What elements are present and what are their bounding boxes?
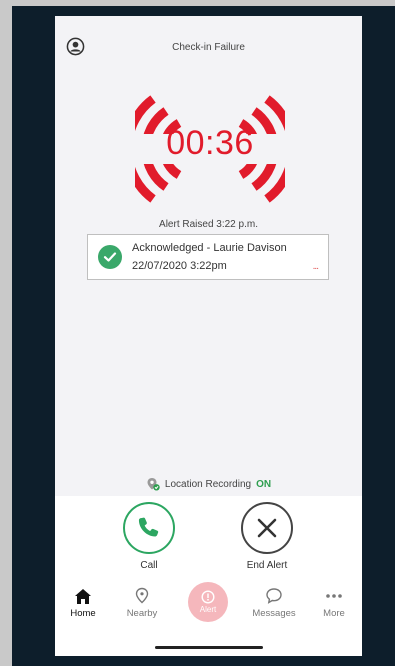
- end-alert-button[interactable]: [241, 502, 293, 554]
- more-dots-indicator[interactable]: ...: [313, 261, 319, 272]
- tab-more[interactable]: More: [306, 586, 362, 619]
- header: Check-in Failure: [55, 16, 362, 55]
- tab-home[interactable]: Home: [55, 586, 111, 619]
- location-recording-icon: [147, 478, 160, 491]
- more-dots-icon: [326, 594, 342, 598]
- tab-home-label: Home: [70, 608, 96, 619]
- alert-raised-text: Alert Raised 3:22 p.m.: [159, 219, 258, 230]
- tab-alert[interactable]: Alert: [188, 582, 228, 622]
- location-recording-status: Location Recording ON: [55, 477, 362, 491]
- app-screen: Check-in Failure 00:36 Alert Raised 3:22…: [55, 16, 362, 656]
- call-action: Call: [109, 502, 189, 571]
- acknowledged-time: 22/07/2020 3:22pm: [132, 260, 227, 272]
- acknowledged-by: Acknowledged - Laurie Davison: [132, 242, 287, 254]
- home-indicator: [155, 646, 263, 649]
- tab-more-label: More: [323, 608, 345, 619]
- page-title: Check-in Failure: [172, 42, 245, 53]
- location-recording-label: Location Recording: [164, 478, 252, 490]
- phone-icon: [138, 517, 159, 537]
- end-alert-label: End Alert: [246, 560, 288, 571]
- location-recording-on: ON: [256, 478, 272, 490]
- bottom-tab-bar: Home Nearby Alert Messages More: [55, 582, 362, 630]
- bottom-panel: Call End Alert Home Nearby Alert Message…: [55, 496, 362, 656]
- alert-icon: [201, 590, 215, 604]
- end-alert-action: End Alert: [227, 502, 307, 571]
- close-icon: [257, 518, 277, 538]
- call-label: Call: [140, 560, 158, 571]
- check-circle-icon: [98, 245, 122, 269]
- alert-timer: 00:36: [135, 74, 285, 224]
- tab-messages[interactable]: Messages: [246, 586, 302, 619]
- home-icon: [75, 588, 91, 604]
- tab-messages-label: Messages: [252, 608, 296, 619]
- tab-nearby-label: Nearby: [126, 608, 158, 619]
- nearby-pin-icon: [135, 587, 149, 604]
- tab-alert-label: Alert: [199, 605, 217, 614]
- timer-value: 00:36: [166, 124, 254, 162]
- tab-nearby[interactable]: Nearby: [114, 586, 170, 619]
- acknowledgement-card[interactable]: Acknowledged - Laurie Davison 22/07/2020…: [87, 234, 329, 280]
- message-bubble-icon: [266, 588, 282, 604]
- call-button[interactable]: [123, 502, 175, 554]
